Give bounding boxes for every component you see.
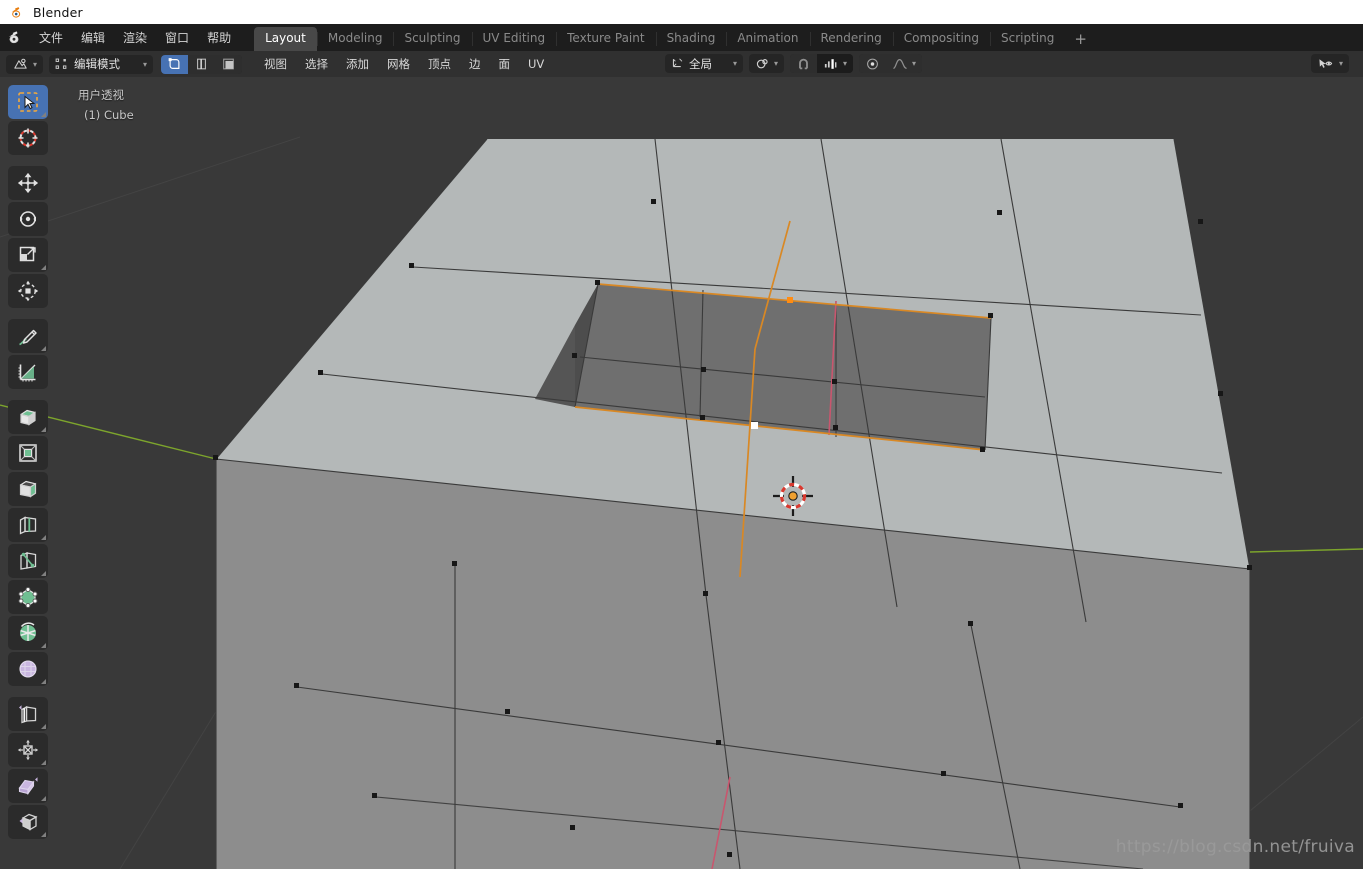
chevron-down-icon: ▾: [143, 59, 148, 69]
smooth-tool[interactable]: [8, 652, 48, 686]
snap-increment-icon[interactable]: ▾: [817, 54, 854, 73]
uv-menu[interactable]: UV: [520, 55, 552, 74]
object-mode-dropdown[interactable]: 编辑模式 ▾: [49, 54, 154, 74]
edit-mode-icon: [54, 55, 68, 74]
transform-orientation-dropdown[interactable]: 全局 ▾: [665, 54, 743, 73]
rip-region-tool[interactable]: [8, 805, 48, 839]
menu-help[interactable]: 帮助: [198, 28, 240, 48]
tab-compositing[interactable]: Compositing: [892, 27, 990, 51]
watermark-text: https://blog.csdn.net/fruiva: [1115, 837, 1355, 857]
measure-tool[interactable]: [8, 355, 48, 389]
tab-uv-editing[interactable]: UV Editing: [471, 27, 557, 51]
spin-tool[interactable]: [8, 616, 48, 650]
header-transform-widgets: 全局 ▾ ▾ ▾ ▾: [665, 54, 928, 73]
shrink-fatten-tool[interactable]: [8, 733, 48, 767]
menu-edit[interactable]: 编辑: [72, 28, 114, 48]
face-select-mode-button[interactable]: [215, 54, 243, 74]
poly-build-tool[interactable]: [8, 580, 48, 614]
annotate-tool[interactable]: [8, 319, 48, 353]
tab-rendering[interactable]: Rendering: [809, 27, 893, 51]
editor-type-3dview-icon[interactable]: ▾: [6, 54, 44, 74]
window-titlebar: Blender: [0, 0, 1363, 24]
mesh-select-mode-group: [161, 54, 243, 74]
magnet-icon[interactable]: [790, 54, 818, 73]
tool-shelf: [8, 85, 48, 839]
edge-menu[interactable]: 边: [461, 55, 489, 74]
view-menu[interactable]: 视图: [256, 55, 295, 74]
mode-label: 编辑模式: [74, 57, 121, 71]
extrude-region-tool[interactable]: [8, 400, 48, 434]
window-title: Blender: [33, 4, 83, 20]
transform-tool[interactable]: [8, 274, 48, 308]
viewport-scene: [0, 136, 1363, 869]
menu-window[interactable]: 窗口: [156, 28, 198, 48]
bevel-tool[interactable]: [8, 472, 48, 506]
move-tool[interactable]: [8, 166, 48, 200]
pivot-point-dropdown[interactable]: ▾: [749, 54, 785, 73]
smooth-falloff-icon[interactable]: ▾: [886, 54, 923, 73]
header-visibility-widgets: ▾: [1310, 54, 1355, 73]
cursor-tool[interactable]: [8, 121, 48, 155]
knife-tool[interactable]: [8, 544, 48, 578]
tweak-select-box-tool[interactable]: [8, 85, 48, 119]
pivot-point-icon[interactable]: ▾: [749, 54, 785, 73]
object-visibility-icon[interactable]: ▾: [1310, 54, 1349, 73]
active-vertex: [751, 422, 758, 429]
tab-sculpting[interactable]: Sculpting: [393, 27, 471, 51]
top-menu-bar: 文件 编辑 渲染 窗口 帮助 Layout Modeling Sculpting…: [0, 24, 1363, 51]
workspace-tabs: Layout Modeling Sculpting UV Editing Tex…: [254, 24, 1096, 51]
proportional-edit-icon[interactable]: [859, 54, 887, 73]
tab-texture-paint[interactable]: Texture Paint: [556, 27, 655, 51]
snapping-group: ▾: [790, 54, 854, 73]
add-menu[interactable]: 添加: [338, 55, 377, 74]
menu-file[interactable]: 文件: [30, 28, 72, 48]
add-workspace-button[interactable]: +: [1065, 30, 1096, 51]
menu-render[interactable]: 渲染: [114, 28, 156, 48]
editor-type-selector[interactable]: ▾: [6, 54, 44, 74]
scale-tool[interactable]: [8, 238, 48, 272]
vertex-menu[interactable]: 顶点: [420, 55, 459, 74]
blender-window: Blender 文件 编辑 渲染 窗口 帮助 Layout Modeling S…: [0, 0, 1363, 869]
3d-viewport[interactable]: 用户透视 (1) Cube https://blog.csdn.net/frui…: [0, 77, 1363, 869]
mesh-menu[interactable]: 网格: [379, 55, 418, 74]
tab-modeling[interactable]: Modeling: [316, 27, 394, 51]
viewport-menus: 视图 选择 添加 网格 顶点 边 面 UV: [256, 55, 552, 74]
vertex-select-mode-button[interactable]: [161, 54, 189, 74]
tab-animation[interactable]: Animation: [726, 27, 809, 51]
proportional-edit-group: ▾: [859, 54, 923, 73]
blender-logo-icon: [10, 5, 25, 20]
tab-scripting[interactable]: Scripting: [990, 27, 1065, 51]
face-menu[interactable]: 面: [491, 55, 519, 74]
orientation-axis-icon: [671, 56, 684, 72]
shear-tool[interactable]: [8, 769, 48, 803]
edge-select-mode-button[interactable]: [188, 54, 216, 74]
orientation-label: 全局: [689, 56, 712, 71]
select-menu[interactable]: 选择: [297, 55, 336, 74]
tab-shading[interactable]: Shading: [655, 27, 727, 51]
tab-layout[interactable]: Layout: [254, 27, 317, 51]
loop-cut-tool[interactable]: [8, 508, 48, 542]
blender-menu-icon[interactable]: [0, 29, 30, 46]
visibility-dropdown[interactable]: ▾: [1310, 54, 1349, 73]
edge-slide-tool[interactable]: [8, 697, 48, 731]
rotate-tool[interactable]: [8, 202, 48, 236]
selected-vertex: [787, 297, 793, 303]
chevron-down-icon: ▾: [732, 59, 737, 68]
inset-faces-tool[interactable]: [8, 436, 48, 470]
